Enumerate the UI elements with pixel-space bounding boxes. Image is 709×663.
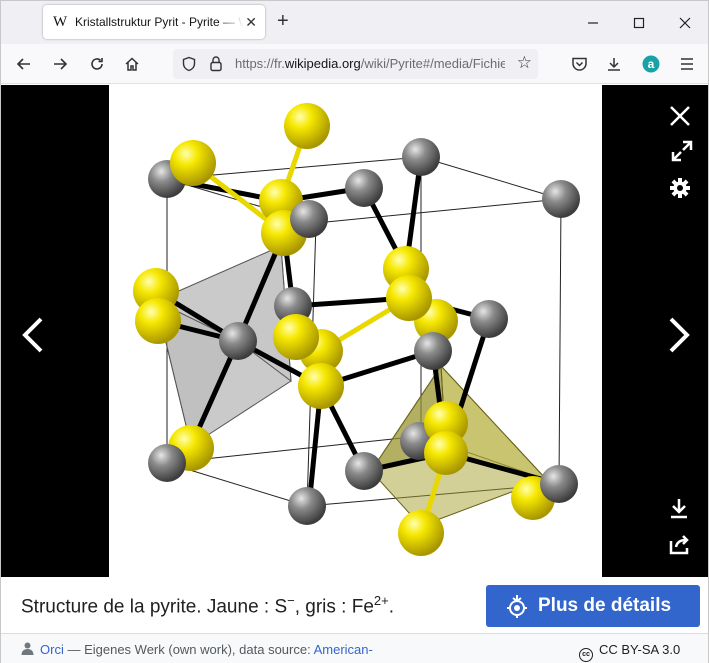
tab-strip: W Kristallstruktur Pyrit - Pyrite — Wiki… [1, 1, 708, 44]
crystal-structure-drawing [133, 103, 580, 556]
wikipedia-favicon-icon: W [53, 13, 68, 30]
pocket-icon[interactable] [567, 52, 591, 76]
license-label: CC BY-SA 3.0 [599, 642, 681, 657]
settings-gear-icon[interactable] [669, 177, 691, 203]
creative-commons-icon: cc [579, 648, 593, 662]
url-prefix: https://fr. [235, 56, 285, 71]
image-caption: Structure de la pyrite. Jaune : S−, gris… [21, 593, 394, 618]
navigation-toolbar: https://fr.wikipedia.org/wiki/Pyrite#/me… [1, 44, 708, 84]
browser-window: W Kristallstruktur Pyrit - Pyrite — Wiki… [0, 0, 709, 663]
address-bar[interactable]: https://fr.wikipedia.org/wiki/Pyrite#/me… [173, 49, 538, 79]
fullscreen-icon[interactable] [671, 140, 693, 166]
next-image-icon[interactable] [665, 315, 693, 359]
commons-logo-icon [507, 595, 527, 618]
more-details-label: Plus de détails [538, 595, 672, 616]
tracking-protection-shield-icon[interactable] [181, 56, 197, 77]
browser-tab-active[interactable]: W Kristallstruktur Pyrit - Pyrite — Wiki… [43, 5, 265, 39]
maximize-icon[interactable] [616, 1, 662, 44]
forward-icon[interactable] [48, 52, 72, 76]
caption-iron-charge: 2+ [373, 593, 389, 608]
extension-icon[interactable]: a [639, 52, 663, 76]
author-line: Orci — Eigenes Werk (own work), data sou… [21, 642, 373, 657]
bookmark-star-icon[interactable]: ☆ [517, 53, 532, 73]
caption-text-mid: , gris : Fe [294, 596, 374, 618]
previous-image-icon[interactable] [19, 315, 47, 359]
reload-icon[interactable] [85, 52, 109, 76]
caption-text: Structure de la pyrite. Jaune : S [21, 596, 288, 618]
back-icon[interactable] [12, 52, 36, 76]
close-viewer-icon[interactable] [669, 105, 691, 131]
pyrite-crystal-structure-image [109, 85, 602, 577]
tab-close-icon[interactable]: ✕ [245, 14, 257, 30]
license-link[interactable]: cc CC BY-SA 3.0 [579, 642, 680, 662]
caption-text-end: . [388, 596, 395, 618]
attribution-footer: Orci — Eigenes Werk (own work), data sou… [1, 633, 708, 663]
window-close-icon[interactable] [662, 1, 708, 44]
data-source-link[interactable]: American- [314, 642, 373, 657]
home-icon[interactable] [120, 52, 144, 76]
url-text[interactable]: https://fr.wikipedia.org/wiki/Pyrite#/me… [235, 56, 505, 71]
lock-icon[interactable] [208, 55, 224, 77]
download-icon[interactable] [669, 497, 689, 523]
downloads-icon[interactable] [602, 52, 626, 76]
more-details-button[interactable]: Plus de détails [486, 585, 700, 627]
attribution-text: — Eigenes Werk (own work), data source: [63, 642, 314, 657]
caption-sulfur-charge: − [287, 593, 295, 608]
url-path: /wiki/Pyrite#/media/Fichier:Kristallstru… [360, 56, 505, 71]
media-viewer [1, 85, 708, 577]
menu-icon[interactable] [675, 52, 699, 76]
window-controls [570, 1, 708, 44]
tab-title: Kristallstruktur Pyrit - Pyrite — Wikipé… [75, 15, 243, 29]
svg-text:a: a [648, 57, 655, 71]
new-tab-icon[interactable]: + [277, 11, 289, 31]
minimize-icon[interactable] [570, 1, 616, 44]
author-link[interactable]: Orci [40, 642, 64, 657]
user-icon [21, 642, 34, 655]
share-icon[interactable] [669, 533, 691, 559]
media-caption-bar: Structure de la pyrite. Jaune : S−, gris… [1, 577, 708, 633]
url-domain: wikipedia.org [284, 56, 361, 71]
